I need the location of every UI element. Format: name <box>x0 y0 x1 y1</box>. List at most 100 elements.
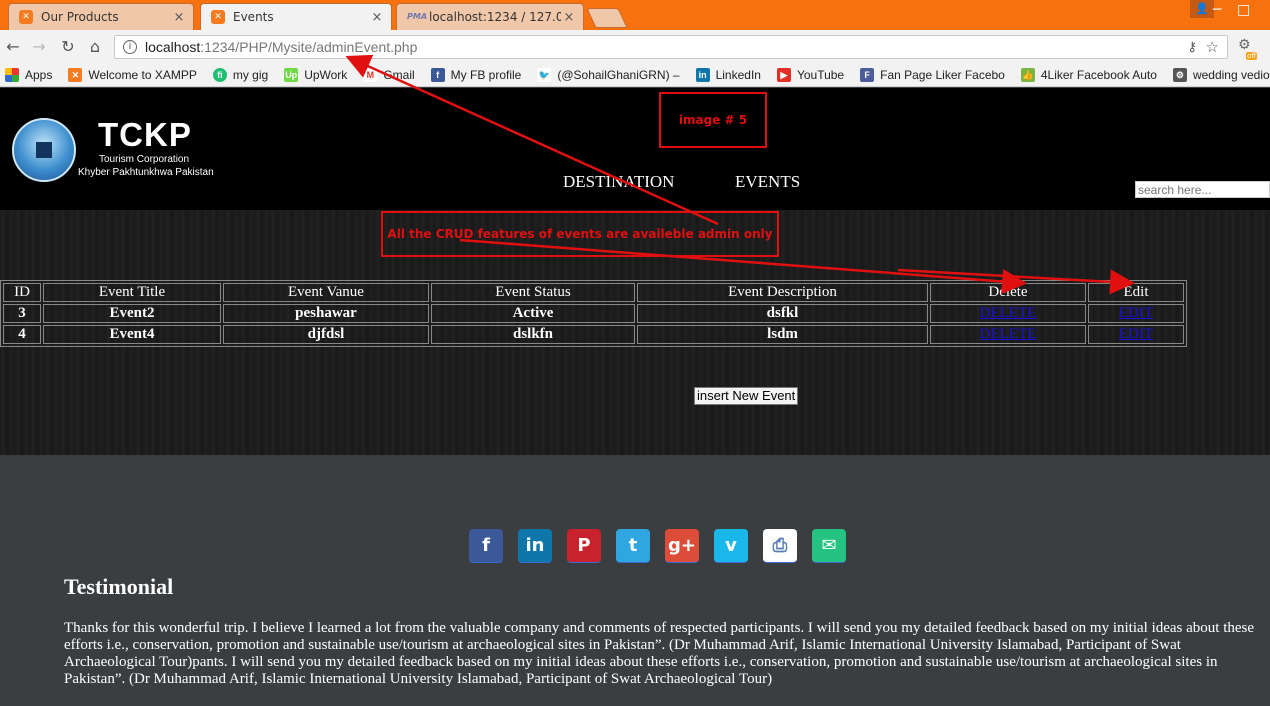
bookmark-fb-profile[interactable]: f My FB profile <box>426 67 522 82</box>
linkedin-icon[interactable]: in <box>518 529 552 563</box>
delete-link[interactable]: DELETE <box>980 305 1037 321</box>
twitter-icon[interactable]: t <box>616 529 650 563</box>
logo-title[interactable]: TCKP <box>98 116 192 154</box>
nav-events[interactable]: EVENTS <box>735 172 800 192</box>
nav-destination[interactable]: DESTINATION <box>563 172 674 192</box>
table-header-row: ID Event Title Event Vanue Event Status … <box>3 283 1184 302</box>
edit-link[interactable]: EDIT <box>1119 305 1153 321</box>
fiverr-icon: fi <box>212 67 227 82</box>
bookmark-label: (@SohailGhaniGRN) – <box>557 67 680 82</box>
bookmark-label: My FB profile <box>450 67 522 82</box>
bookmark-upwork[interactable]: Up UpWork <box>279 67 348 82</box>
bookmark-label: 4Liker Facebook Auto <box>1040 67 1157 82</box>
bookmark-youtube[interactable]: ▶ YouTube <box>772 67 845 82</box>
linkedin-icon: in <box>695 67 710 82</box>
bookmark-label: YouTube <box>796 67 845 82</box>
reload-icon[interactable]: ↻ <box>57 36 79 58</box>
column-header: Event Vanue <box>223 283 429 302</box>
delete-link[interactable]: DELETE <box>980 326 1037 342</box>
key-icon[interactable]: ⚷ <box>1187 39 1197 55</box>
bookmark-label: my gig <box>232 67 269 82</box>
cell-description: dsfkl <box>637 304 928 323</box>
tab-events[interactable]: ✕ Events × <box>200 3 392 30</box>
column-header: Delete <box>930 283 1086 302</box>
edit-link[interactable]: EDIT <box>1119 326 1153 342</box>
column-header: Event Title <box>43 283 221 302</box>
bookmark-4liker[interactable]: 👍 4Liker Facebook Auto <box>1016 67 1157 82</box>
youtube-icon: ▶ <box>776 67 791 82</box>
print-icon[interactable]: ⎙ <box>763 529 797 563</box>
search-input[interactable] <box>1135 181 1270 198</box>
new-tab-button[interactable] <box>586 8 628 28</box>
annotation-crud-note: All the CRUD features of events are avai… <box>381 211 779 257</box>
column-header: Edit <box>1088 283 1184 302</box>
column-header: Event Description <box>637 283 928 302</box>
bookmark-linkedin[interactable]: in LinkedIn <box>691 67 761 82</box>
bookmark-my-gig[interactable]: fi my gig <box>208 67 269 82</box>
url-host: localhost <box>145 39 201 55</box>
vimeo-icon[interactable]: v <box>714 529 748 563</box>
cell-status: Active <box>431 304 635 323</box>
minimize-icon[interactable]: ─ <box>1213 2 1221 18</box>
cell-edit: EDIT <box>1088 304 1184 323</box>
close-icon[interactable]: × <box>171 10 187 25</box>
tab-title: localhost:1234 / 127.0.0.1 <box>429 10 561 24</box>
facebook-icon: f <box>430 67 445 82</box>
cell-title: Event4 <box>43 325 221 344</box>
maximize-icon[interactable]: □ <box>1237 2 1250 18</box>
wedding-icon: ⚙ <box>1172 67 1187 82</box>
close-icon[interactable]: × <box>369 10 385 25</box>
tab-our-products[interactable]: ✕ Our Products × <box>8 3 194 30</box>
tab-title: Our Products <box>41 10 119 24</box>
phpmyadmin-icon: PMA <box>407 12 428 21</box>
xampp-icon: ✕ <box>68 67 83 82</box>
logo-subtitle-1: Tourism Corporation <box>99 154 190 165</box>
apps-grid-icon <box>5 67 19 82</box>
address-bar[interactable]: i localhost:1234/PHP/Mysite/adminEvent.p… <box>114 35 1228 59</box>
bookmark-star-icon[interactable]: ☆ <box>1206 38 1219 56</box>
annotation-image-label: image # 5 <box>659 92 767 148</box>
bookmark-label: Welcome to XAMPP <box>88 67 197 82</box>
fort-icon <box>36 142 52 158</box>
cell-id: 3 <box>3 304 41 323</box>
info-icon[interactable]: i <box>123 40 137 54</box>
forward-icon[interactable]: → <box>28 36 50 58</box>
cell-delete: DELETE <box>930 304 1086 323</box>
gmail-icon: M <box>363 67 378 82</box>
4liker-icon: 👍 <box>1020 67 1035 82</box>
tab-phpmyadmin[interactable]: PMA localhost:1234 / 127.0.0.1 × <box>396 3 584 30</box>
url-path: :1234/PHP/Mysite/adminEvent.php <box>200 39 418 55</box>
column-header: Event Status <box>431 283 635 302</box>
testimonial-text: Thanks for this wonderful trip. I believ… <box>64 620 1255 687</box>
browser-tab-strip: ✕ Our Products × ✕ Events × PMA localhos… <box>0 0 1270 30</box>
profile-icon[interactable]: 👤 <box>1190 0 1214 18</box>
email-icon[interactable]: ✉ <box>812 529 846 563</box>
bookmark-fan-page-liker[interactable]: F Fan Page Liker Facebo <box>855 67 1005 82</box>
back-icon[interactable]: ← <box>2 36 24 58</box>
googleplus-icon[interactable]: g+ <box>665 529 699 563</box>
xampp-icon: ✕ <box>19 10 33 24</box>
bookmark-twitter[interactable]: 🐦 (@SohailGhaniGRN) – <box>532 67 680 82</box>
bookmark-label: LinkedIn <box>715 67 761 82</box>
logo-subtitle-2: Khyber Pakhtunkhwa Pakistan <box>78 167 214 178</box>
close-icon[interactable]: × <box>561 10 577 25</box>
xampp-icon: ✕ <box>211 10 225 24</box>
table-row: 3 Event2 peshawar Active dsfkl DELETE ED… <box>3 304 1184 323</box>
bookmark-xampp[interactable]: ✕ Welcome to XAMPP <box>63 67 197 82</box>
bookmark-label: Fan Page Liker Facebo <box>880 67 1005 82</box>
cell-venue: djfdsl <box>223 325 429 344</box>
social-icons: f in P t g+ v ⎙ ✉ <box>469 529 861 563</box>
insert-new-event-button[interactable]: insert New Event <box>694 387 799 405</box>
bookmark-wedding[interactable]: ⚙ wedding vedio downl <box>1168 67 1270 82</box>
twitter-icon: 🐦 <box>537 67 552 82</box>
fanpage-icon: F <box>860 67 875 82</box>
bookmark-apps[interactable]: Apps <box>0 67 53 82</box>
bookmark-label: Gmail <box>383 67 415 82</box>
home-icon[interactable]: ⌂ <box>84 36 106 58</box>
facebook-icon[interactable]: f <box>469 529 503 563</box>
tckp-logo-emblem[interactable] <box>12 118 76 182</box>
bookmark-label: Apps <box>25 67 53 82</box>
bookmark-gmail[interactable]: M Gmail <box>358 67 415 82</box>
pinterest-icon[interactable]: P <box>567 529 601 563</box>
bookmark-label: UpWork <box>304 67 348 82</box>
